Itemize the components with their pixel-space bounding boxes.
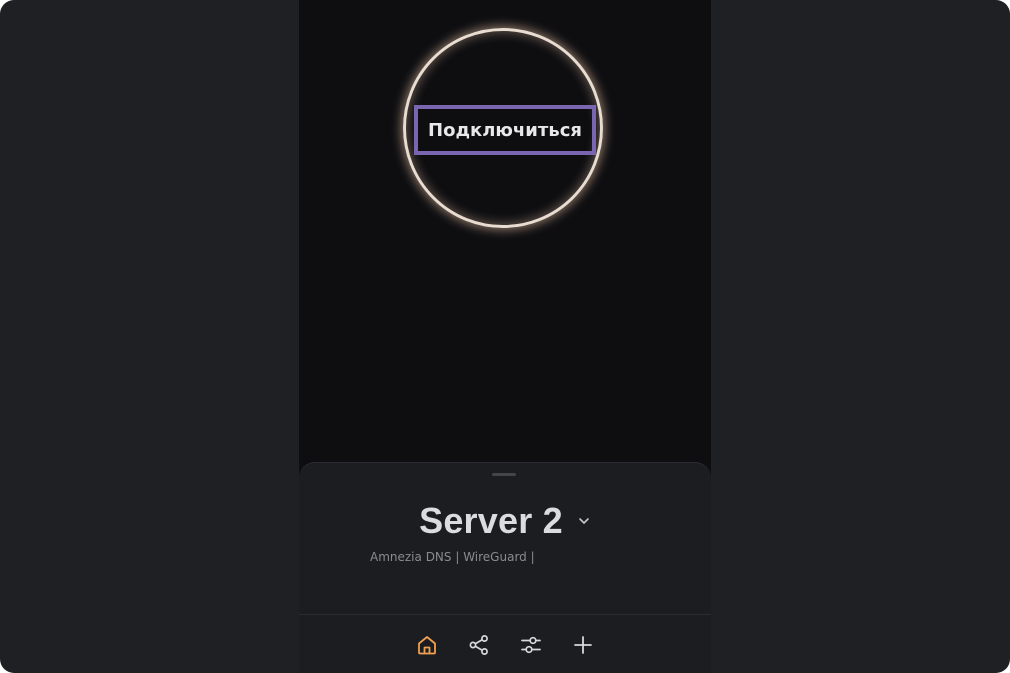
home-icon <box>415 633 439 657</box>
server-drawer[interactable]: Server 2 Amnezia DNS | WireGuard | <box>299 462 711 673</box>
nav-settings[interactable] <box>518 632 544 658</box>
settings-sliders-icon <box>519 633 543 657</box>
vpn-app-screen: Подключиться Server 2 Amnezia DNS | Wire… <box>299 0 711 673</box>
nav-home[interactable] <box>414 632 440 658</box>
server-name: Server 2 <box>419 500 563 541</box>
drawer-handle[interactable] <box>492 473 516 476</box>
share-icon <box>467 633 491 657</box>
server-selector[interactable]: Server 2 <box>299 499 711 543</box>
nav-share[interactable] <box>466 632 492 658</box>
nav-add[interactable] <box>570 632 596 658</box>
plus-icon <box>571 633 595 657</box>
chevron-down-icon[interactable] <box>577 514 591 528</box>
server-description: Amnezia DNS | WireGuard | <box>370 550 535 564</box>
connect-button[interactable]: Подключиться <box>414 105 596 155</box>
bottom-nav <box>299 615 711 673</box>
app-window: Подключиться Server 2 Amnezia DNS | Wire… <box>0 0 1010 673</box>
